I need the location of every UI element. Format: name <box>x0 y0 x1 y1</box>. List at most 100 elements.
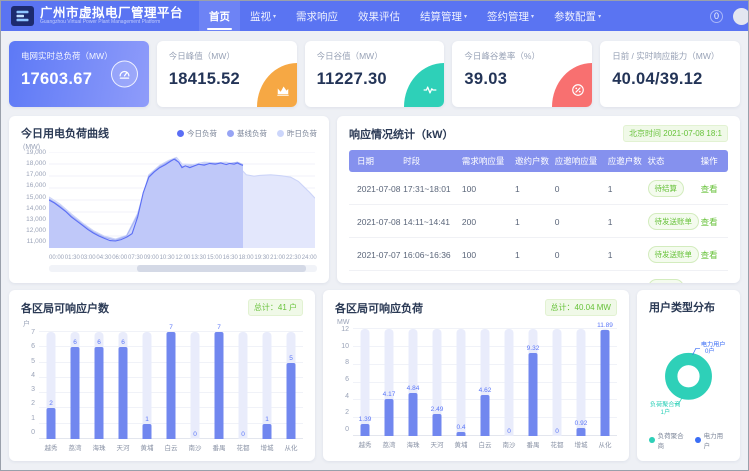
cell-period: 16:06~16:36 <box>400 238 459 271</box>
y-tick-label: 6 <box>21 343 35 350</box>
bar-fill[interactable] <box>263 424 272 439</box>
column-header: 应邀响应量 <box>552 150 605 172</box>
y-axis-unit: (MW) <box>23 144 317 151</box>
legend-label: 电力用户 <box>704 430 728 450</box>
bar-category-label: 南沙 <box>183 442 207 452</box>
bar-5: 4.62 <box>473 329 497 436</box>
chart-zoom-thumb[interactable] <box>137 265 306 272</box>
cell-invited: 1 <box>512 238 552 271</box>
bar-fill[interactable] <box>167 332 176 439</box>
load-bar-panel: 各区局可响应负荷 总计：40.04 MW MW 121086420 1.394.… <box>323 290 629 461</box>
bar-track <box>505 329 514 436</box>
bar-1: 6 <box>63 332 87 439</box>
x-tick-label: 16:30 <box>223 255 238 261</box>
user-avatar[interactable] <box>733 8 748 25</box>
bar-fill[interactable] <box>71 347 80 439</box>
chevron-down-icon: ▾ <box>273 13 276 20</box>
bar-category-label: 从化 <box>279 442 303 452</box>
bar-value-label: 0 <box>555 428 559 435</box>
nav-item-6[interactable]: 参数配置▾ <box>544 1 611 31</box>
view-link[interactable]: 查看 <box>701 184 718 194</box>
bar-fill[interactable] <box>529 353 538 436</box>
bar-track <box>191 332 200 439</box>
status-badge: 待发送账单 <box>648 213 700 230</box>
bar-category-label: 南沙 <box>497 439 521 449</box>
bar-fill[interactable] <box>361 424 370 436</box>
kpi-card-3: 今日峰谷差率（%）39.03 <box>452 41 592 107</box>
legend-label: 今日负荷 <box>187 128 217 139</box>
nav-item-5[interactable]: 签约管理▾ <box>477 1 544 31</box>
y-tick-label: 16,000 <box>21 182 46 189</box>
bar-fill[interactable] <box>577 428 586 436</box>
cell-accepted_users: 1 <box>605 271 645 284</box>
y-tick-label: 6 <box>335 376 349 383</box>
legend-item[interactable]: 基线负荷 <box>227 128 267 139</box>
nav-item-1[interactable]: 监视▾ <box>240 1 286 31</box>
bar-fill[interactable] <box>119 347 128 439</box>
households-total-badge: 总计：41 户 <box>248 299 303 316</box>
bar-category-label: 越秀 <box>39 442 63 452</box>
bar-fill[interactable] <box>95 347 104 439</box>
bar-6: 0 <box>497 329 521 436</box>
nav-item-3[interactable]: 效果评估 <box>348 1 410 31</box>
legend-dot-icon <box>649 437 655 443</box>
bar-fill[interactable] <box>287 363 296 439</box>
bar-fill[interactable] <box>433 414 442 436</box>
bar-value-label: 0.92 <box>575 420 588 427</box>
legend-item[interactable]: 今日负荷 <box>177 128 217 139</box>
bar-category-label: 黄埔 <box>449 439 473 449</box>
bar-fill[interactable] <box>481 395 490 436</box>
x-tick-label: 24:00 <box>302 255 317 261</box>
nav-item-0[interactable]: 首页 <box>199 1 240 31</box>
nav-item-label: 签约管理 <box>487 9 529 24</box>
y-tick-label: 0 <box>335 426 349 433</box>
view-link[interactable]: 查看 <box>701 217 718 227</box>
cell-demand: 200 <box>459 271 512 284</box>
x-tick-label: 00:00 <box>49 255 64 261</box>
bar-value-label: 2 <box>49 400 53 407</box>
bar-value-label: 4.62 <box>479 387 492 394</box>
kpi-label: 今日峰值（MW） <box>169 50 285 62</box>
status-badge: 待发送账单 <box>648 246 700 263</box>
svg-text:1户: 1户 <box>661 408 671 416</box>
y-tick-label: 18,000 <box>21 160 46 167</box>
bar-fill[interactable] <box>215 332 224 439</box>
nav-item-4[interactable]: 结算管理▾ <box>410 1 477 31</box>
bar-1: 4.17 <box>377 329 401 436</box>
bar-fill[interactable] <box>143 424 152 439</box>
chart-zoom-slider[interactable] <box>49 265 317 272</box>
nav-item-label: 监视 <box>250 9 271 24</box>
bar-track <box>457 329 466 436</box>
y-tick-label: 1 <box>21 415 35 422</box>
legend-item[interactable]: 负荷聚合商 <box>649 430 688 450</box>
load-curve-legend: 今日负荷基线负荷昨日负荷 <box>177 128 317 139</box>
kpi-row: 电网实时总负荷（MW）17603.67今日峰值（MW）18415.52今日谷值（… <box>9 41 740 107</box>
bar-value-label: 1 <box>265 416 269 423</box>
nav-item-label: 需求响应 <box>296 9 338 24</box>
legend-item[interactable]: 电力用户 <box>695 430 728 450</box>
bar-category-label: 天河 <box>425 439 449 449</box>
x-tick-label: 19:30 <box>254 255 269 261</box>
nav-item-2[interactable]: 需求响应 <box>286 1 348 31</box>
x-tick-label: 12:00 <box>175 255 190 261</box>
bar-value-label: 5 <box>289 355 293 362</box>
bar-fill[interactable] <box>47 408 56 439</box>
y-tick-label: 7 <box>21 329 35 336</box>
notification-count[interactable]: 0 <box>710 10 723 23</box>
bar-fill[interactable] <box>409 393 418 436</box>
bottom-row: 各区局可响应户数 总计：41 户 户 76543210 26661707015 … <box>9 290 740 461</box>
bar-fill[interactable] <box>457 432 466 436</box>
kpi-card-1: 今日峰值（MW）18415.52 <box>157 41 297 107</box>
cell-invited: 1 <box>512 205 552 238</box>
bar-plot: 1.394.174.842.490.44.6209.3200.9211.89 <box>353 329 617 436</box>
area-chart <box>49 152 315 253</box>
x-axis: 越秀荔湾海珠天河黄埔白云南沙番禺花都增城从化 <box>39 442 303 452</box>
view-link[interactable]: 查看 <box>701 283 718 284</box>
column-header: 邀约户数 <box>512 150 552 172</box>
y-axis-unit: 户 <box>23 319 303 329</box>
bar-value-label: 0 <box>241 431 245 438</box>
bar-fill[interactable] <box>385 399 394 436</box>
bar-fill[interactable] <box>601 330 610 436</box>
view-link[interactable]: 查看 <box>701 250 718 260</box>
legend-item[interactable]: 昨日负荷 <box>277 128 317 139</box>
